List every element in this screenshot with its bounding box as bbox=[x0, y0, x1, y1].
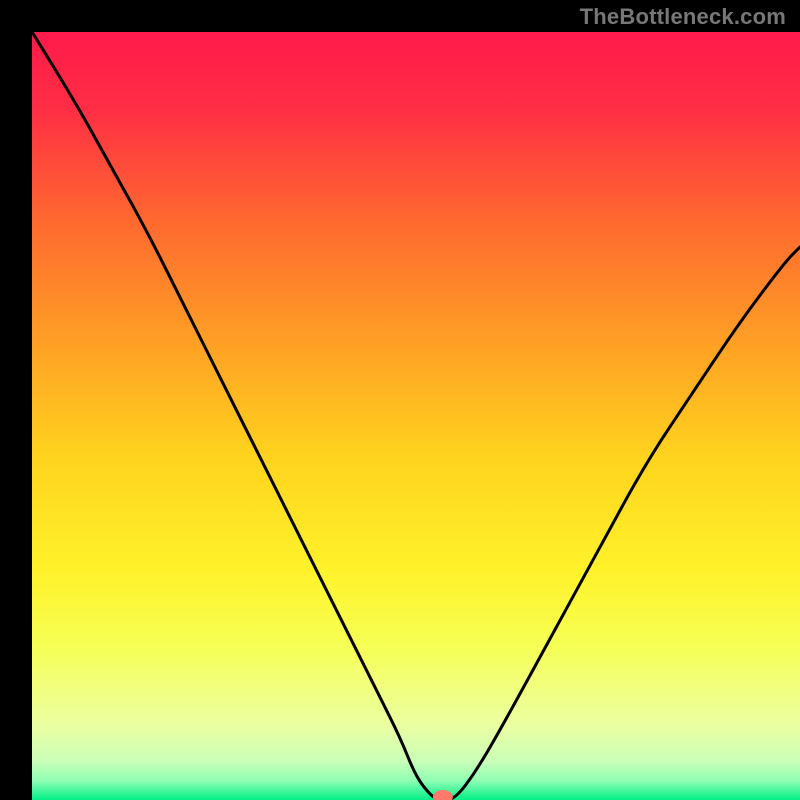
chart-background bbox=[32, 32, 800, 800]
chart-svg bbox=[32, 32, 800, 800]
watermark-text: TheBottleneck.com bbox=[580, 4, 786, 30]
chart-frame: TheBottleneck.com bbox=[0, 0, 800, 800]
plot-area bbox=[32, 32, 800, 800]
